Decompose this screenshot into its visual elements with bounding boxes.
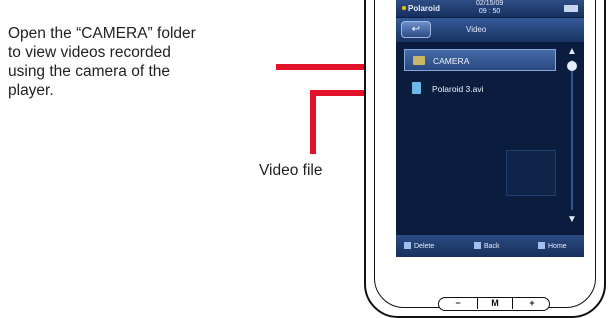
list-item-video-file[interactable]: Polaroid 3.avi: [404, 78, 556, 100]
title-bar: ↩ Video: [396, 18, 584, 42]
battery-icon: [564, 5, 578, 12]
volume-up-button[interactable]: +: [513, 298, 551, 309]
home-label: Home: [548, 243, 567, 250]
home-button[interactable]: Home: [538, 242, 567, 250]
menu-button[interactable]: M: [477, 298, 513, 309]
device-screen: Polaroid 02/15/09 09 : 50 ↩ Video CAMERA…: [396, 0, 584, 257]
scroll-thumb[interactable]: [567, 61, 577, 71]
delete-label: Delete: [414, 243, 435, 250]
back-icon: [474, 242, 481, 249]
scroll-track[interactable]: [571, 60, 573, 210]
folder-icon: [413, 56, 425, 65]
back-button[interactable]: ↩: [401, 21, 431, 38]
back-bottom-button[interactable]: Back: [474, 242, 500, 250]
leader-line-video-vertical: [310, 90, 316, 154]
brand-text: Polaroid: [408, 4, 441, 13]
back-label: Back: [484, 243, 500, 250]
home-icon: [538, 242, 545, 249]
list-item-label: CAMERA: [433, 56, 470, 66]
brand-label: Polaroid: [402, 4, 440, 13]
delete-button[interactable]: Delete: [404, 242, 434, 250]
delete-icon: [404, 242, 411, 249]
screen-background-graphic: [506, 150, 556, 196]
status-bar: Polaroid 02/15/09 09 : 50: [396, 0, 584, 17]
scroll-down-icon[interactable]: ▼: [566, 214, 578, 226]
list-item-camera-folder[interactable]: CAMERA: [404, 49, 556, 71]
brand-dot-icon: [402, 6, 406, 10]
volume-down-button[interactable]: −: [439, 298, 477, 309]
screen-title: Video: [466, 25, 487, 34]
bottom-bar: Delete Back Home: [396, 235, 584, 257]
datetime: 02/15/09 09 : 50: [476, 0, 504, 15]
video-file-callout: Video file: [259, 162, 323, 179]
camera-folder-callout: Open the “CAMERA” folder to view videos …: [8, 25, 196, 99]
list-item-label: Polaroid 3.avi: [432, 84, 484, 94]
scroll-up-icon[interactable]: ▲: [566, 46, 578, 58]
hardware-button-bar: − M +: [438, 297, 550, 311]
video-file-icon: [412, 82, 421, 94]
